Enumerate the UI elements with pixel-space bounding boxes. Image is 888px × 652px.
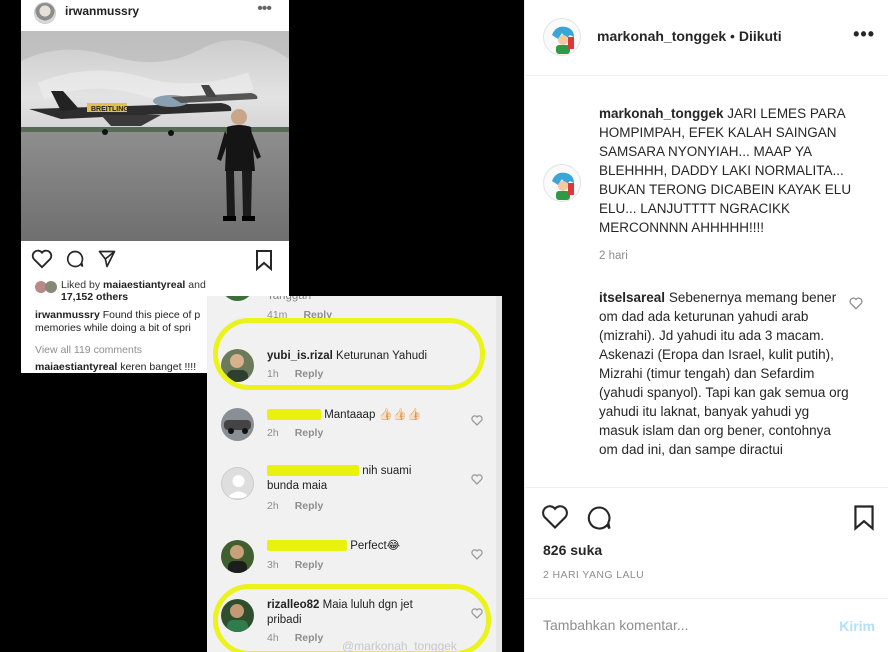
- heart-icon: [31, 249, 53, 269]
- header-user-line: markonah_tonggek • Diikuti: [597, 28, 782, 44]
- embedded-post-header: irwanmussry •••: [21, 0, 289, 30]
- likes-and: and: [188, 279, 206, 291]
- caption: markonah_tonggek JARI LEMES PARA HOMPIMP…: [599, 104, 869, 237]
- avatar[interactable]: [543, 164, 581, 202]
- caption-username[interactable]: markonah_tonggek: [599, 106, 724, 121]
- comments-scroll-area[interactable]: markonah_tonggek JARI LEMES PARA HOMPIMP…: [525, 77, 888, 487]
- action-section: 826 suka 2 HARI YANG LALU Kirim: [525, 487, 888, 652]
- embedded-comments-screenshot: Tanggan 41m Reply yubi_is.rizal Keturunan…: [207, 296, 502, 652]
- redacted-username: [267, 409, 321, 421]
- comment-text: Perfect😂: [350, 540, 401, 552]
- caption-username: irwanmussry: [35, 309, 100, 321]
- comment-body: nih suami bunda maia: [267, 464, 411, 494]
- reply-link: Reply: [294, 559, 324, 571]
- heart-icon[interactable]: [471, 474, 483, 485]
- post-media[interactable]: irwanmussry ••• BREITLING Liked by maiae…: [0, 0, 524, 652]
- list-item: Mantaaap 👍🏻👍🏻👍🏻 2h Reply: [207, 406, 502, 446]
- instagram-post-modal: irwanmussry ••• BREITLING Liked by maiae…: [0, 0, 888, 652]
- heart-icon[interactable]: [541, 504, 569, 530]
- comment-meta: 3h Reply: [267, 559, 323, 571]
- comment-icon: [66, 250, 84, 268]
- comment-text: Tanggan: [267, 296, 312, 302]
- like-count[interactable]: 826 suka: [543, 542, 602, 558]
- jet-photo-illustration: BREITLING: [21, 31, 289, 241]
- caption-line-2: memories while doing a bit of spri: [35, 322, 191, 334]
- likes-prefix: Liked by: [61, 279, 101, 291]
- post-header: markonah_tonggek • Diikuti •••: [525, 0, 888, 76]
- share-icon: [98, 250, 116, 268]
- redacted-username: [267, 465, 359, 477]
- highlight-circle: [213, 318, 485, 390]
- avatar: [221, 540, 254, 573]
- comment: itselsareal Sebenernya memang bener om d…: [599, 288, 849, 459]
- reply-link: Reply: [294, 427, 324, 439]
- post-side-panel: markonah_tonggek • Diikuti ••• markonah_…: [524, 0, 888, 652]
- comment-time: 3h: [267, 559, 279, 571]
- avatar[interactable]: [543, 18, 581, 56]
- comment-text: Sebenernya memang bener om dad ada ketur…: [599, 290, 849, 457]
- view-all-comments: View all 119 comments: [35, 344, 142, 356]
- comment-username[interactable]: itselsareal: [599, 290, 665, 305]
- caption-time: 2 hari: [599, 250, 628, 262]
- more-options-button[interactable]: •••: [853, 24, 875, 45]
- comment-text: Mantaaap 👍🏻👍🏻👍🏻: [324, 409, 422, 421]
- comment-meta: 2h Reply: [267, 500, 323, 512]
- embedded-username: irwanmussry: [65, 4, 140, 18]
- list-item: Perfect😂 3h Reply: [207, 538, 502, 578]
- embedded-action-bar: [31, 249, 281, 271]
- post-comment-button[interactable]: Kirim: [839, 618, 875, 634]
- comment-time: 2h: [267, 500, 279, 512]
- comment-text: nih suami: [362, 465, 412, 477]
- caption-line-1: Found this piece of p: [102, 309, 201, 321]
- reply-link: Reply: [294, 500, 324, 512]
- likes-by-user: maiaestiantyreal: [103, 279, 186, 291]
- avatar: [221, 296, 254, 301]
- likes-count: 17,152 others: [61, 291, 129, 303]
- watermark: @markonah_tonggek: [342, 639, 457, 652]
- caption-text: JARI LEMES PARA HOMPIMPAH, EFEK KALAH SA…: [599, 106, 852, 235]
- heart-icon[interactable]: [849, 297, 863, 310]
- header-username[interactable]: markonah_tonggek: [597, 28, 726, 44]
- avatar: [45, 281, 57, 293]
- jet-brand-text: BREITLING: [91, 106, 129, 113]
- avatar: [34, 2, 56, 24]
- comment-text: bunda maia: [267, 480, 328, 492]
- comment-body: Perfect😂: [267, 539, 400, 554]
- post-date: 2 HARI YANG LALU: [543, 569, 645, 581]
- redacted-username: [267, 540, 347, 552]
- comment-body: Mantaaap 👍🏻👍🏻👍🏻: [267, 408, 422, 423]
- comment-text: keren banget !!!!: [120, 361, 197, 373]
- add-comment-row: Kirim: [525, 598, 888, 652]
- comment-username: maiaestiantyreal: [35, 361, 118, 373]
- avatar: [221, 467, 254, 500]
- avatar: [221, 408, 254, 441]
- comment-input[interactable]: [543, 617, 833, 633]
- comment-time: 2h: [267, 427, 279, 439]
- more-icon: •••: [257, 0, 272, 17]
- comment-icon[interactable]: [585, 504, 613, 532]
- list-item: nih suami bunda maia 2h Reply: [207, 464, 502, 520]
- heart-icon[interactable]: [471, 549, 483, 560]
- comment-meta: 2h Reply: [267, 427, 323, 439]
- heart-icon[interactable]: [471, 415, 483, 426]
- embedded-last-comment: maiaestiantyreal keren banget !!!!: [35, 361, 196, 373]
- bookmark-icon: [256, 250, 272, 271]
- bookmark-icon[interactable]: [853, 504, 875, 531]
- embedded-photo: BREITLING: [21, 31, 289, 241]
- header-separator: •: [730, 28, 735, 44]
- follow-status-button[interactable]: Diikuti: [739, 28, 782, 44]
